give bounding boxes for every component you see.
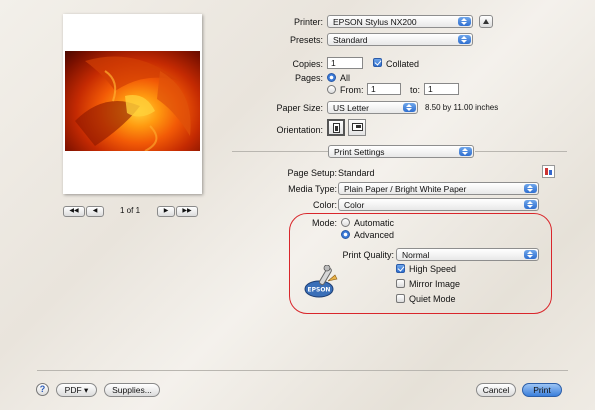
next-page-button[interactable]: ▶	[157, 206, 175, 217]
media-type-value: Plain Paper / Bright White Paper	[344, 184, 467, 194]
popup-arrows-icon	[458, 17, 471, 26]
printer-label: Printer:	[293, 17, 323, 27]
disclosure-button[interactable]	[479, 15, 493, 28]
help-icon: ?	[39, 384, 46, 394]
pages-all-label: All	[340, 73, 351, 83]
epson-printer-icon: EPSON	[303, 264, 339, 299]
popup-arrows-icon	[459, 147, 472, 156]
media-type-label: Media Type:	[288, 184, 337, 194]
section-value: Print Settings	[334, 147, 385, 157]
collated-label: Collated	[386, 59, 420, 69]
page-setup-label: Page Setup:	[287, 168, 337, 178]
mode-advanced-label: Advanced	[354, 230, 395, 240]
previous-page-button[interactable]: ◀	[86, 206, 104, 217]
print-quality-value: Normal	[402, 250, 430, 260]
mode-automatic-radio[interactable]	[341, 218, 350, 227]
cancel-button[interactable]: Cancel	[476, 383, 516, 397]
supplies-button[interactable]: Supplies...	[104, 383, 160, 397]
color-value: Color	[344, 200, 365, 210]
quiet-mode-label: Quiet Mode	[409, 294, 456, 304]
print-button-label: Print	[533, 385, 551, 395]
section-separator	[475, 151, 567, 152]
paper-dimensions: 8.50 by 11.00 inches	[425, 103, 499, 112]
pdf-button-label: PDF ▾	[64, 385, 89, 395]
mirror-image-label: Mirror Image	[409, 279, 461, 289]
popup-arrows-icon	[524, 184, 537, 193]
page-setup-value: Standard	[338, 168, 375, 178]
last-page-button[interactable]: ▶▶	[176, 206, 198, 217]
pdf-button[interactable]: PDF ▾	[56, 383, 97, 397]
quiet-mode-checkbox[interactable]	[396, 294, 405, 303]
preview-page	[63, 14, 202, 194]
bottom-separator	[37, 370, 568, 371]
popup-arrows-icon	[524, 250, 537, 259]
page-counter: 1 of 1	[120, 206, 141, 215]
mirror-image-checkbox[interactable]	[396, 279, 405, 288]
copies-field[interactable]: 1	[327, 57, 363, 69]
print-quality-label: Print Quality:	[342, 250, 394, 260]
mode-label: Mode:	[311, 218, 337, 228]
pages-to-label: to:	[410, 85, 421, 95]
color-label: Color:	[312, 200, 337, 210]
help-button[interactable]: ?	[36, 383, 49, 396]
pages-label: Pages:	[294, 73, 323, 83]
popup-arrows-icon	[403, 103, 416, 112]
high-speed-checkbox[interactable]	[396, 264, 405, 273]
printer-utility-icon[interactable]	[542, 165, 555, 178]
epson-logo-text: EPSON	[308, 287, 331, 294]
first-page-button[interactable]: ◀◀	[63, 206, 85, 217]
mode-automatic-label: Automatic	[354, 218, 395, 228]
popup-arrows-icon	[458, 35, 471, 44]
copies-label: Copies:	[292, 59, 323, 69]
printer-select[interactable]: EPSON Stylus NX200	[327, 15, 473, 28]
media-type-select[interactable]: Plain Paper / Bright White Paper	[338, 182, 539, 195]
high-speed-label: High Speed	[409, 264, 457, 274]
pages-to-field[interactable]: 1	[424, 83, 459, 95]
preview-image	[65, 51, 200, 151]
printer-value: EPSON Stylus NX200	[333, 17, 417, 27]
mode-advanced-radio[interactable]	[341, 230, 350, 239]
pages-all-radio[interactable]	[327, 73, 336, 82]
paper-size-select[interactable]: US Letter	[327, 101, 418, 114]
pages-from-label: From:	[340, 85, 364, 95]
color-select[interactable]: Color	[338, 198, 539, 211]
presets-value: Standard	[333, 35, 368, 45]
pages-from-field[interactable]: 1	[367, 83, 401, 95]
section-separator	[232, 151, 328, 152]
landscape-button[interactable]	[348, 119, 366, 136]
cancel-button-label: Cancel	[482, 385, 510, 395]
triangle-up-icon	[483, 19, 489, 24]
print-button[interactable]: Print	[522, 383, 562, 397]
portrait-button[interactable]	[327, 119, 345, 136]
pages-range-radio[interactable]	[327, 85, 336, 94]
section-select[interactable]: Print Settings	[328, 145, 474, 158]
orientation-label: Orientation:	[276, 125, 323, 135]
supplies-button-label: Supplies...	[112, 385, 152, 395]
print-quality-select[interactable]: Normal	[396, 248, 539, 261]
collated-checkbox[interactable]	[373, 58, 382, 67]
paper-size-label: Paper Size:	[276, 103, 323, 113]
presets-label: Presets:	[289, 35, 323, 45]
popup-arrows-icon	[524, 200, 537, 209]
paper-size-value: US Letter	[333, 103, 369, 113]
presets-select[interactable]: Standard	[327, 33, 473, 46]
